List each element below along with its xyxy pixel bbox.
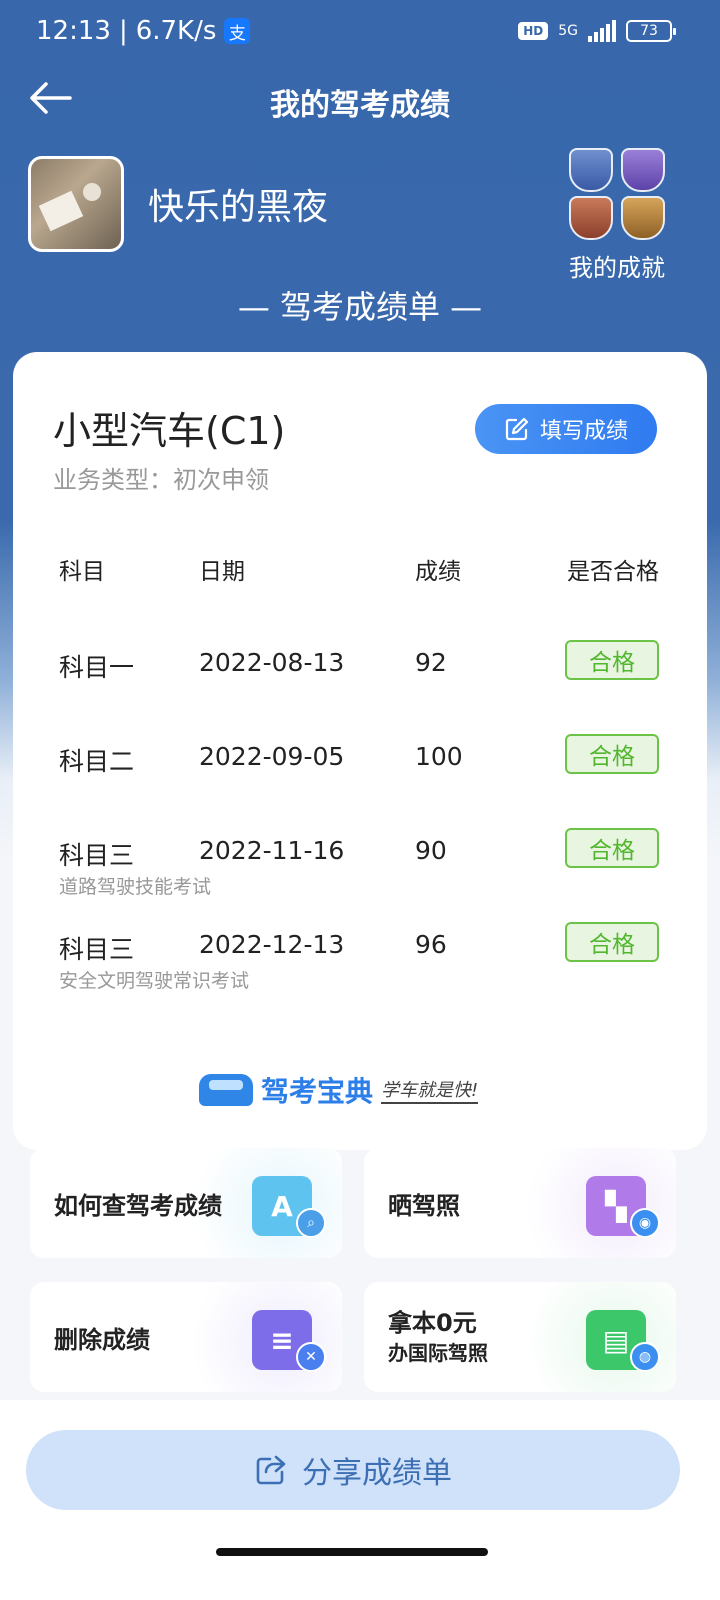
row-subject: 科目二 <box>59 747 135 776</box>
page-title: 我的驾考成绩 <box>270 88 450 123</box>
tile-label: 晒驾照 <box>388 1192 460 1220</box>
tile-check-score[interactable]: 如何查驾考成绩 A ⌕ <box>30 1148 342 1258</box>
row-subject: 科目三 <box>59 841 135 870</box>
badge-icon <box>621 148 665 192</box>
status-left: 12:13 | 6.7K/s 支 <box>36 16 251 46</box>
pass-badge: 合格 <box>565 828 659 868</box>
avatar[interactable] <box>28 156 124 252</box>
header-subject: 科目 <box>59 559 105 585</box>
row-subject: 科目三 <box>59 935 135 964</box>
share-button[interactable]: 分享成绩单 <box>26 1430 680 1510</box>
brand-slogan: 学车就是快! <box>381 1076 479 1104</box>
row-score: 90 <box>415 836 447 865</box>
row-note: 安全文明驾驶常识考试 <box>59 970 250 992</box>
badge-icon <box>569 196 613 240</box>
home-indicator[interactable] <box>216 1548 488 1556</box>
signal-icon <box>588 20 616 42</box>
tile-show-license[interactable]: 晒驾照 ▚ ◉ <box>364 1148 676 1258</box>
network-type: 5G <box>558 23 578 39</box>
magnifier-icon: ⌕ <box>296 1208 326 1238</box>
battery-icon: 73 <box>626 20 676 42</box>
row-score: 92 <box>415 648 447 677</box>
header-score: 成绩 <box>415 559 461 585</box>
status-right: HD 5G 73 <box>518 20 676 42</box>
achievements-label: 我的成就 <box>569 254 665 282</box>
close-icon: ✕ <box>296 1342 326 1372</box>
camera-icon: ◉ <box>630 1208 660 1238</box>
pass-badge: 合格 <box>565 734 659 774</box>
achievements-button[interactable]: 我的成就 <box>562 148 672 283</box>
fill-score-button[interactable]: 填写成绩 <box>475 404 657 454</box>
car-logo-icon <box>199 1074 253 1106</box>
tile-label-line2: 办国际驾照 <box>388 1341 488 1365</box>
table-row: 科目一 2022-08-13 92 合格 <box>13 640 707 728</box>
pass-badge: 合格 <box>565 922 659 962</box>
score-card: 小型汽车(C1) 业务类型：初次申领 填写成绩 科目 日期 成绩 是否合格 科目… <box>13 352 707 1150</box>
hd-icon: HD <box>518 22 549 40</box>
edit-icon <box>505 417 529 441</box>
row-date: 2022-12-13 <box>199 930 345 959</box>
table-row: 科目三 2022-12-13 96 合格 安全文明驾驶常识考试 <box>13 922 707 1010</box>
network-speed: 6.7K/s <box>135 16 217 46</box>
car-type: 小型汽车(C1) <box>53 409 286 453</box>
tile-delete-score[interactable]: 删除成绩 ≡ ✕ <box>30 1282 342 1392</box>
status-time: 12:13 <box>36 16 111 46</box>
avatar-paper <box>38 190 84 232</box>
sheet-title: — 驾考成绩单 — <box>237 288 483 326</box>
row-score: 96 <box>415 930 447 959</box>
row-date: 2022-08-13 <box>199 648 345 677</box>
badge-grid <box>562 148 672 240</box>
tile-label: 拿本0元 办国际驾照 <box>388 1308 488 1368</box>
share-label: 分享成绩单 <box>302 1456 452 1491</box>
brand-name: 驾考宝典 <box>261 1075 374 1108</box>
tile-label: 如何查驾考成绩 <box>54 1192 222 1220</box>
tile-international-license[interactable]: 拿本0元 办国际驾照 ▤ ◍ <box>364 1282 676 1392</box>
row-score: 100 <box>415 742 463 771</box>
brand-logo: 驾考宝典 学车就是快! <box>199 1070 479 1110</box>
badge-icon <box>621 196 665 240</box>
business-type: 业务类型：初次申领 <box>53 466 269 494</box>
table-row: 科目三 2022-11-16 90 合格 道路驾驶技能考试 <box>13 828 707 916</box>
share-icon <box>256 1455 286 1485</box>
status-bar: 12:13 | 6.7K/s 支 HD 5G 73 <box>0 0 720 66</box>
tile-label-line1: 拿本0元 <box>388 1309 477 1337</box>
nav-bar: 我的驾考成绩 <box>0 66 720 132</box>
tile-label: 删除成绩 <box>54 1326 150 1354</box>
avatar-cup <box>83 183 101 201</box>
row-note: 道路驾驶技能考试 <box>59 876 212 898</box>
pass-badge: 合格 <box>565 640 659 680</box>
status-divider: | <box>118 16 128 46</box>
row-subject: 科目一 <box>59 653 135 682</box>
username: 快乐的黑夜 <box>148 187 329 228</box>
globe-icon: ◍ <box>630 1342 660 1372</box>
row-date: 2022-11-16 <box>199 836 345 865</box>
table-row: 科目二 2022-09-05 100 合格 <box>13 734 707 822</box>
fill-score-label: 填写成绩 <box>539 419 628 444</box>
row-date: 2022-09-05 <box>199 742 345 771</box>
profile-section: 快乐的黑夜 <box>28 156 328 252</box>
alipay-icon: 支 <box>224 18 251 44</box>
badge-icon <box>569 148 613 192</box>
header-date: 日期 <box>199 559 245 585</box>
header-pass: 是否合格 <box>567 559 659 585</box>
